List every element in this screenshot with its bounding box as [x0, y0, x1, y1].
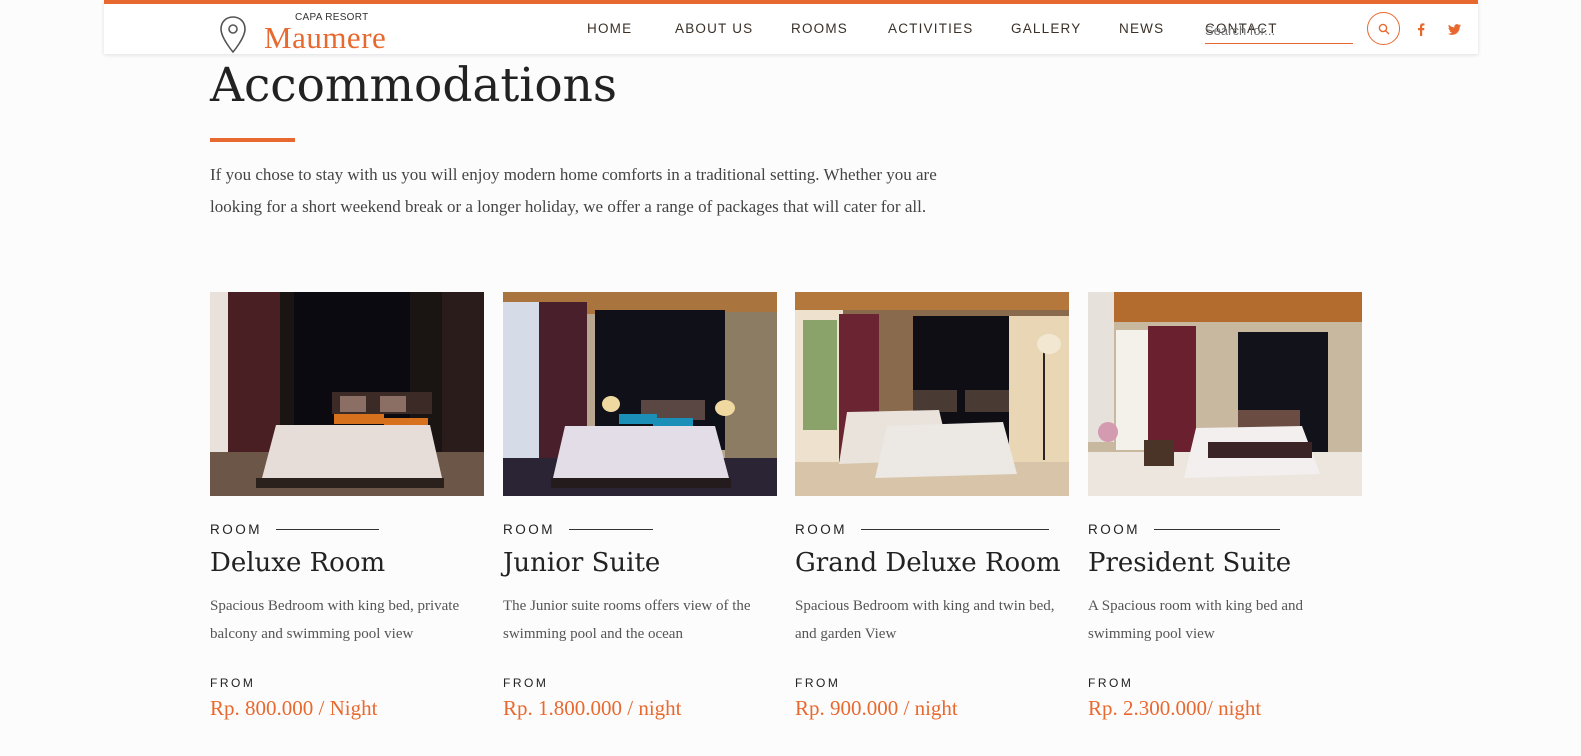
- search-field: [1205, 18, 1353, 44]
- divider-line: [1154, 529, 1280, 530]
- divider-line: [569, 529, 653, 530]
- room-eyebrow: ROOM: [1088, 522, 1362, 537]
- room-photo[interactable]: [210, 292, 484, 496]
- facebook-link[interactable]: [1413, 21, 1429, 37]
- search-icon: [1378, 23, 1389, 34]
- room-name[interactable]: President Suite: [1088, 548, 1362, 578]
- nav-gallery[interactable]: GALLERY: [1011, 21, 1081, 36]
- room-name[interactable]: Grand Deluxe Room: [795, 548, 1069, 578]
- price-from-label: FROM: [503, 676, 549, 690]
- nav-home[interactable]: HOME: [587, 21, 632, 36]
- twitter-icon: [1447, 23, 1461, 35]
- room-description: Spacious Bedroom with king bed, private …: [210, 598, 460, 642]
- room-description: Spacious Bedroom with king and twin bed,…: [795, 598, 1055, 642]
- room-price: Rp. 900.000 / night: [795, 696, 958, 720]
- price-from-label: FROM: [795, 676, 841, 690]
- search-input[interactable]: [1205, 18, 1353, 43]
- brand-name[interactable]: Maumere: [264, 20, 386, 56]
- room-label: ROOM: [1088, 522, 1140, 537]
- nav-news[interactable]: NEWS: [1119, 21, 1164, 36]
- room-price: Rp. 1.800.000 / night: [503, 696, 682, 720]
- nav-rooms[interactable]: ROOMS: [791, 21, 848, 36]
- room-card-grand-deluxe: ROOM Grand Deluxe Room Spacious Bedroom …: [795, 292, 1069, 721]
- room-card-junior-suite: ROOM Junior Suite The Junior suite rooms…: [503, 292, 777, 721]
- room-label: ROOM: [795, 522, 847, 537]
- room-label: ROOM: [210, 522, 262, 537]
- price-from-label: FROM: [210, 676, 256, 690]
- room-eyebrow: ROOM: [503, 522, 777, 537]
- room-photo-image: [210, 292, 484, 496]
- divider-line: [861, 529, 1049, 530]
- room-card-deluxe: ROOM Deluxe Room Spacious Bedroom with k…: [210, 292, 484, 721]
- room-eyebrow: ROOM: [210, 522, 484, 537]
- room-photo-image: [503, 292, 777, 496]
- room-eyebrow: ROOM: [795, 522, 1069, 537]
- twitter-link[interactable]: [1446, 21, 1462, 37]
- room-price: Rp. 2.300.000/ night: [1088, 696, 1262, 720]
- search-button[interactable]: [1367, 12, 1400, 45]
- price-from-label: FROM: [1088, 676, 1134, 690]
- room-photo-image: [1088, 292, 1362, 496]
- room-description: The Junior suite rooms offers view of th…: [503, 598, 751, 642]
- map-pin-icon[interactable]: [218, 15, 248, 55]
- room-name[interactable]: Junior Suite: [503, 548, 777, 578]
- divider-line: [276, 529, 379, 530]
- site-header: CAPA RESORT Maumere HOME ABOUT US ROOMS …: [104, 0, 1478, 56]
- intro-text: If you chose to stay with us you will en…: [210, 165, 937, 216]
- nav-about-us[interactable]: ABOUT US: [675, 21, 753, 36]
- room-description: A Spacious room with king bed and swimmi…: [1088, 598, 1303, 642]
- room-name[interactable]: Deluxe Room: [210, 548, 484, 578]
- room-card-president-suite: ROOM President Suite A Spacious room wit…: [1088, 292, 1362, 721]
- room-photo[interactable]: [795, 292, 1069, 496]
- room-price: Rp. 800.000 / Night: [210, 696, 378, 720]
- room-photo[interactable]: [503, 292, 777, 496]
- page-title: Accommodations: [210, 58, 618, 113]
- nav-activities[interactable]: ACTIVITIES: [888, 21, 974, 36]
- title-underline: [210, 138, 295, 142]
- room-label: ROOM: [503, 522, 555, 537]
- facebook-icon: [1418, 22, 1425, 36]
- room-photo-image: [795, 292, 1069, 496]
- room-photo[interactable]: [1088, 292, 1362, 496]
